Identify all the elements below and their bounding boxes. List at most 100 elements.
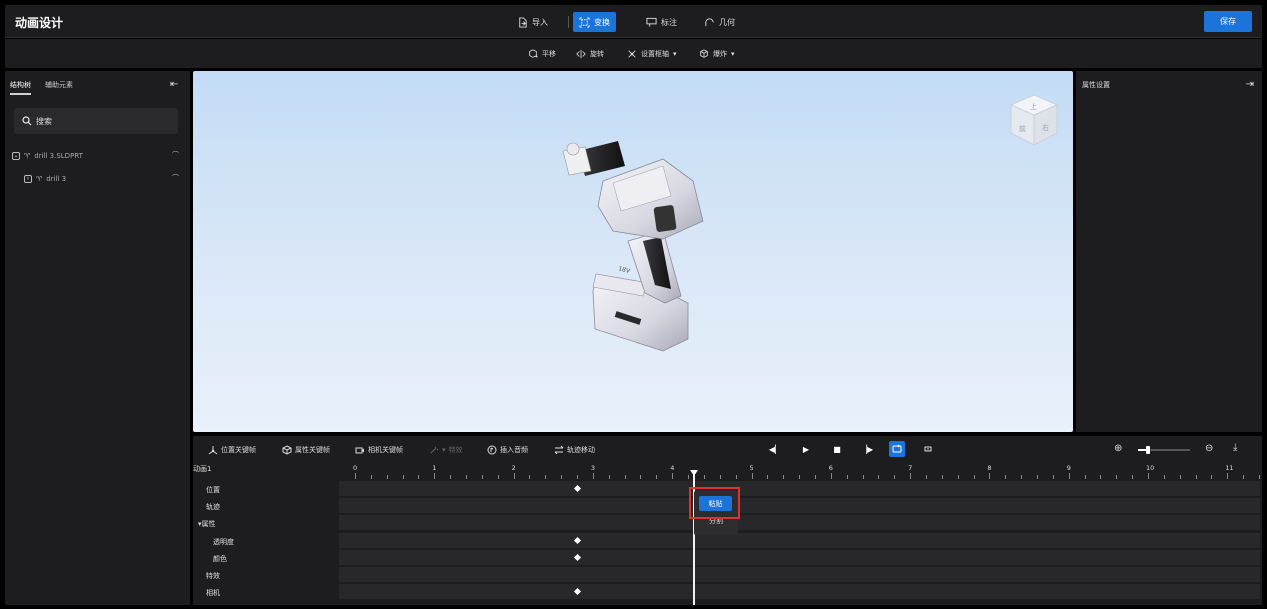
transform-button[interactable]: 变换 xyxy=(573,12,616,32)
ruler-tick xyxy=(1132,475,1134,479)
tab-auxiliary-elements[interactable]: 辅助元素 xyxy=(45,80,73,93)
annotate-button[interactable]: 标注 xyxy=(640,12,683,32)
next-frame-icon[interactable]: ▕▶ xyxy=(859,441,875,457)
rotate-button[interactable]: 旋转 xyxy=(576,46,604,61)
tree-item[interactable]: ⌄ ♈ drill 3.SLDPRT xyxy=(12,149,83,163)
track-row[interactable] xyxy=(339,584,1260,600)
save-button[interactable]: 保存 xyxy=(1204,11,1252,32)
track-move-button[interactable]: 轨迹移动 xyxy=(554,444,595,456)
ruler-tick-label: 9 xyxy=(1066,464,1071,472)
play-icon[interactable]: ▶ xyxy=(798,441,814,457)
ruler-tick xyxy=(1036,475,1038,479)
ruler-tick xyxy=(1243,475,1245,479)
pivot-icon xyxy=(628,49,636,58)
track-row[interactable] xyxy=(339,567,1260,582)
audio-icon xyxy=(487,445,497,455)
keyframe-marker[interactable] xyxy=(573,553,582,561)
zoom-out-icon[interactable]: ⊖ xyxy=(1205,443,1213,454)
visibility-icon[interactable]: ⌒ xyxy=(172,173,179,183)
track-label[interactable]: 透明度 xyxy=(213,537,234,547)
collapse-panel-icon[interactable]: ⇤ xyxy=(170,79,178,90)
transform-subtoolbar: 平移 旋转 设置枢轴 ▾ 爆炸 ▾ xyxy=(5,39,1262,68)
3d-viewport[interactable]: 18V 上 前 右 xyxy=(193,71,1073,432)
geometry-button[interactable]: 几何 xyxy=(698,12,741,32)
collapse-toggle-icon[interactable]: ⌄ xyxy=(12,152,20,160)
ruler-tick xyxy=(355,473,356,479)
property-keyframe-label: 属性关键帧 xyxy=(295,446,330,454)
properties-title: 属性设置 xyxy=(1082,81,1110,89)
ruler-tick-label: 4 xyxy=(670,464,675,472)
expand-toggle-icon[interactable]: › xyxy=(24,175,32,183)
playhead-handle[interactable] xyxy=(690,470,698,476)
ruler-tick xyxy=(1068,473,1070,479)
position-keyframe-button[interactable]: 位置关键帧 xyxy=(208,444,256,456)
ruler-tick xyxy=(513,473,515,479)
track-row[interactable] xyxy=(339,549,1260,565)
translate-button[interactable]: 平移 xyxy=(528,46,556,61)
ruler-tick xyxy=(1116,475,1118,479)
view-cube-front-label[interactable]: 前 xyxy=(1019,124,1026,133)
set-pivot-dropdown[interactable]: 设置枢轴 ▾ xyxy=(627,46,677,61)
tree-item-label: drill 3.SLDPRT xyxy=(34,152,83,160)
view-cube-right-label[interactable]: 右 xyxy=(1042,123,1049,132)
position-keyframe-label: 位置关键帧 xyxy=(221,446,256,454)
track-label[interactable]: 位置 xyxy=(206,485,220,495)
zoom-slider[interactable] xyxy=(1138,446,1190,454)
track-move-label: 轨迹移动 xyxy=(567,446,595,454)
tab-structure-tree[interactable]: 结构树 xyxy=(10,80,31,95)
track-label[interactable]: 特效 xyxy=(206,571,220,581)
view-cube-top-label[interactable]: 上 xyxy=(1030,102,1037,111)
explode-dropdown[interactable]: 爆炸 ▾ xyxy=(699,46,735,61)
ruler-tick xyxy=(688,475,690,479)
track-label[interactable]: 颜色 xyxy=(213,554,227,564)
keyframe-marker[interactable] xyxy=(573,536,582,544)
ruler-tick xyxy=(783,475,785,479)
battery-marking: 18V xyxy=(617,265,631,275)
keyframe-marker[interactable] xyxy=(573,484,582,493)
track-label[interactable]: 轨迹 xyxy=(206,502,220,512)
tree-item[interactable]: › ♈ drill 3 xyxy=(24,172,66,186)
ruler-tick xyxy=(767,475,769,479)
ruler-tick xyxy=(751,473,753,479)
ruler-tick-label: 1 xyxy=(432,464,437,472)
drill-model[interactable]: 18V xyxy=(193,71,1073,432)
translate-label: 平移 xyxy=(542,49,556,58)
effects-icon xyxy=(430,446,439,454)
insert-audio-button[interactable]: 插入音频 xyxy=(487,444,528,456)
view-cube[interactable]: 上 前 右 xyxy=(1007,93,1061,149)
ruler-tick xyxy=(1100,475,1102,479)
time-ruler[interactable]: 0 1 2 3 4 5 6 7 8 9 10 11 xyxy=(339,463,1262,480)
ruler-tick xyxy=(894,475,896,479)
import-button[interactable]: 导入 xyxy=(511,12,554,32)
search-input[interactable]: 搜索 xyxy=(14,108,178,134)
stop-icon[interactable]: ■ xyxy=(829,441,845,457)
ruler-tick xyxy=(1179,475,1181,479)
translate-icon xyxy=(529,48,538,58)
loop-icon[interactable] xyxy=(889,441,905,457)
track-row[interactable] xyxy=(339,532,1260,548)
track-label[interactable]: ▾属性 xyxy=(198,519,216,529)
ruler-tick xyxy=(878,475,880,479)
collapse-panel-icon[interactable]: ⇥ xyxy=(1246,79,1254,90)
zoom-in-icon[interactable]: ⊕ xyxy=(1114,443,1122,454)
property-keyframe-button[interactable]: 属性关键帧 xyxy=(282,444,330,456)
keyframe-marker[interactable] xyxy=(573,588,582,596)
track-row[interactable] xyxy=(339,498,1260,514)
ruler-tick xyxy=(434,473,436,479)
ruler-tick xyxy=(402,475,404,479)
zoom-slider-handle[interactable] xyxy=(1146,446,1150,454)
track-row[interactable] xyxy=(339,515,1260,531)
visibility-icon[interactable]: ⌒ xyxy=(172,150,179,160)
import-label: 导入 xyxy=(532,17,548,27)
ruler-tick xyxy=(925,475,927,479)
camera-keyframe-button[interactable]: 相机关键帧 xyxy=(355,444,403,456)
search-icon xyxy=(22,116,32,126)
previous-frame-icon[interactable]: ◀▏ xyxy=(767,441,783,457)
effects-button[interactable]: ▾ 特效 xyxy=(429,444,463,456)
single-play-icon[interactable] xyxy=(920,441,936,457)
track-row[interactable] xyxy=(339,481,1260,496)
track-label[interactable]: 相机 xyxy=(206,588,220,598)
chevron-down-icon: ▾ xyxy=(731,49,735,58)
position-keyframe-icon xyxy=(208,446,218,455)
download-icon[interactable]: ⤓ xyxy=(1233,442,1237,453)
